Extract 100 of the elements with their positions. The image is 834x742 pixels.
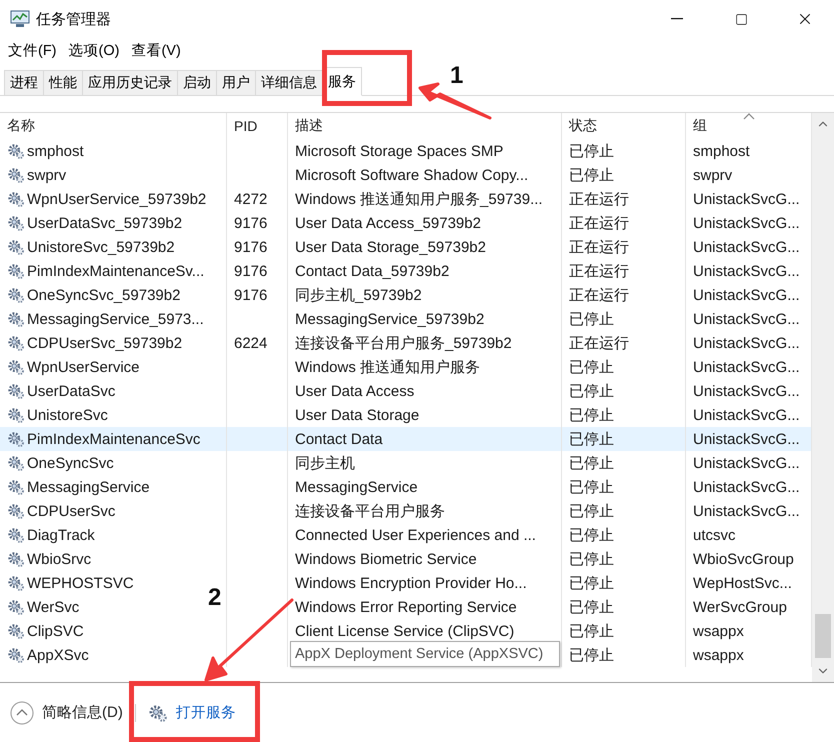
gears-icon (7, 622, 25, 640)
scrollbar[interactable] (812, 113, 834, 682)
gears-icon (148, 702, 168, 722)
table-cell: utcsvc (693, 526, 736, 544)
table-cell: 已停止 (569, 430, 614, 448)
table-cell: wsappx (693, 622, 744, 640)
gears-icon (7, 430, 25, 448)
table-cell: UnistackSvcG... (693, 478, 800, 496)
table-cell: Windows 推送通知用户服务_59739... (295, 190, 543, 208)
table-cell: PimIndexMaintenanceSvc (27, 430, 200, 448)
table-cell: UnistackSvcG... (693, 262, 800, 280)
table-cell: UnistackSvcG... (693, 406, 800, 424)
table-cell: Contact Data_59739b2 (295, 262, 450, 280)
maximize-icon (734, 12, 748, 26)
table-cell: 已停止 (569, 622, 614, 640)
table-cell: 6224 (234, 334, 268, 352)
table-cell: swprv (27, 166, 66, 184)
table-cell: WerSvc (27, 598, 80, 616)
table-cell: UnistackSvcG... (693, 382, 800, 400)
table-cell: 已停止 (569, 526, 614, 544)
table-cell: Windows Encryption Provider Ho... (295, 574, 527, 592)
table-cell: Windows Biometric Service (295, 550, 477, 568)
table-row[interactable]: PimIndexMaintenanceSvc Contact Data 已停止 UnistackSvcG... (0, 427, 812, 451)
table-cell: User Data Storage_59739b2 (295, 238, 486, 256)
table-cell: Client License Service (ClipSVC) (295, 622, 514, 640)
gears-icon (7, 358, 25, 376)
column-header[interactable]: 名称 (0, 113, 227, 139)
menu-item[interactable]: 查看(V) (127, 40, 185, 60)
table-cell: 正在运行 (569, 334, 629, 352)
gears-icon (7, 238, 25, 256)
open-services-link[interactable]: 打开服务 (176, 703, 236, 722)
table-cell: UnistackSvcG... (693, 190, 800, 208)
table-cell: 已停止 (569, 358, 614, 376)
gears-icon (7, 598, 25, 616)
table-cell: DiagTrack (27, 526, 95, 544)
table-cell: 已停止 (569, 502, 614, 520)
tab[interactable]: 启动 (177, 70, 217, 95)
table-cell: 已停止 (569, 142, 614, 160)
gears-icon (7, 334, 25, 352)
tab[interactable]: 详细信息 (255, 70, 323, 95)
gears-icon (7, 646, 25, 664)
gears-icon (7, 502, 25, 520)
table-cell: 已停止 (569, 574, 614, 592)
gears-icon (7, 454, 25, 472)
table-cell: UserDataSvc_59739b2 (27, 214, 182, 232)
tab[interactable]: 应用历史记录 (82, 70, 178, 95)
tab[interactable]: 用户 (216, 70, 256, 95)
gears-icon (7, 166, 25, 184)
column-header[interactable]: PID (227, 113, 288, 139)
column-header[interactable]: 状态 (562, 113, 686, 139)
details-toggle-button[interactable]: 简略信息(D) (10, 700, 123, 724)
table-cell: 已停止 (569, 478, 614, 496)
table-cell: 正在运行 (569, 214, 629, 232)
table-cell: 9176 (234, 214, 268, 232)
gears-icon (7, 142, 25, 160)
menu-item[interactable]: 文件(F) (4, 40, 61, 60)
table-cell: UnistackSvcG... (693, 430, 800, 448)
gears-icon (7, 526, 25, 544)
table-cell: UnistackSvcG... (693, 334, 800, 352)
table-cell: UnistackSvcG... (693, 286, 800, 304)
gears-icon (7, 478, 25, 496)
table-cell: WerSvcGroup (693, 598, 787, 616)
table-cell: MessagingService_59739b2 (295, 310, 484, 328)
table-cell: UnistoreSvc (27, 406, 108, 424)
tab[interactable]: 性能 (43, 70, 83, 95)
table-cell: UnistackSvcG... (693, 214, 800, 232)
table-cell: 正在运行 (569, 262, 629, 280)
scroll-thumb[interactable] (815, 614, 831, 658)
table-cell: 4272 (234, 190, 268, 208)
menu-item[interactable]: 选项(O) (64, 40, 124, 60)
table-cell: MessagingService (27, 478, 150, 496)
gears-icon (7, 406, 25, 424)
table-cell: MessagingService (295, 478, 418, 496)
table-cell: 已停止 (569, 454, 614, 472)
monitor-chart-icon (10, 10, 30, 28)
window-title: 任务管理器 (36, 10, 112, 28)
table-cell: OneSyncSvc_59739b2 (27, 286, 180, 304)
gears-icon (7, 574, 25, 592)
gears-icon (7, 310, 25, 328)
table-cell: MessagingService_5973... (27, 310, 204, 328)
gears-icon (7, 262, 25, 280)
table-cell: WbioSrvc (27, 550, 92, 568)
table-cell: CDPUserSvc (27, 502, 116, 520)
table-cell: Microsoft Storage Spaces SMP (295, 142, 504, 160)
table-cell: WbioSvcGroup (693, 550, 794, 568)
step-number: 1 (450, 62, 464, 90)
table-cell: 已停止 (569, 598, 614, 616)
tab[interactable]: 进程 (4, 70, 44, 95)
table-cell: UserDataSvc (27, 382, 116, 400)
tooltip: AppX Deployment Service (AppXSVC) (290, 641, 560, 667)
minimize-icon (671, 18, 683, 20)
table-cell: Connected User Experiences and ... (295, 526, 536, 544)
table-cell: UnistackSvcG... (693, 454, 800, 472)
table-cell: UnistackSvcG... (693, 238, 800, 256)
table-cell: 正在运行 (569, 190, 629, 208)
table-cell: swprv (693, 166, 732, 184)
table-cell: WpnUserService_59739b2 (27, 190, 206, 208)
table-cell: User Data Storage (295, 406, 420, 424)
table-cell: PimIndexMaintenanceSv... (27, 262, 204, 280)
table-cell: WEPHOSTSVC (27, 574, 134, 592)
